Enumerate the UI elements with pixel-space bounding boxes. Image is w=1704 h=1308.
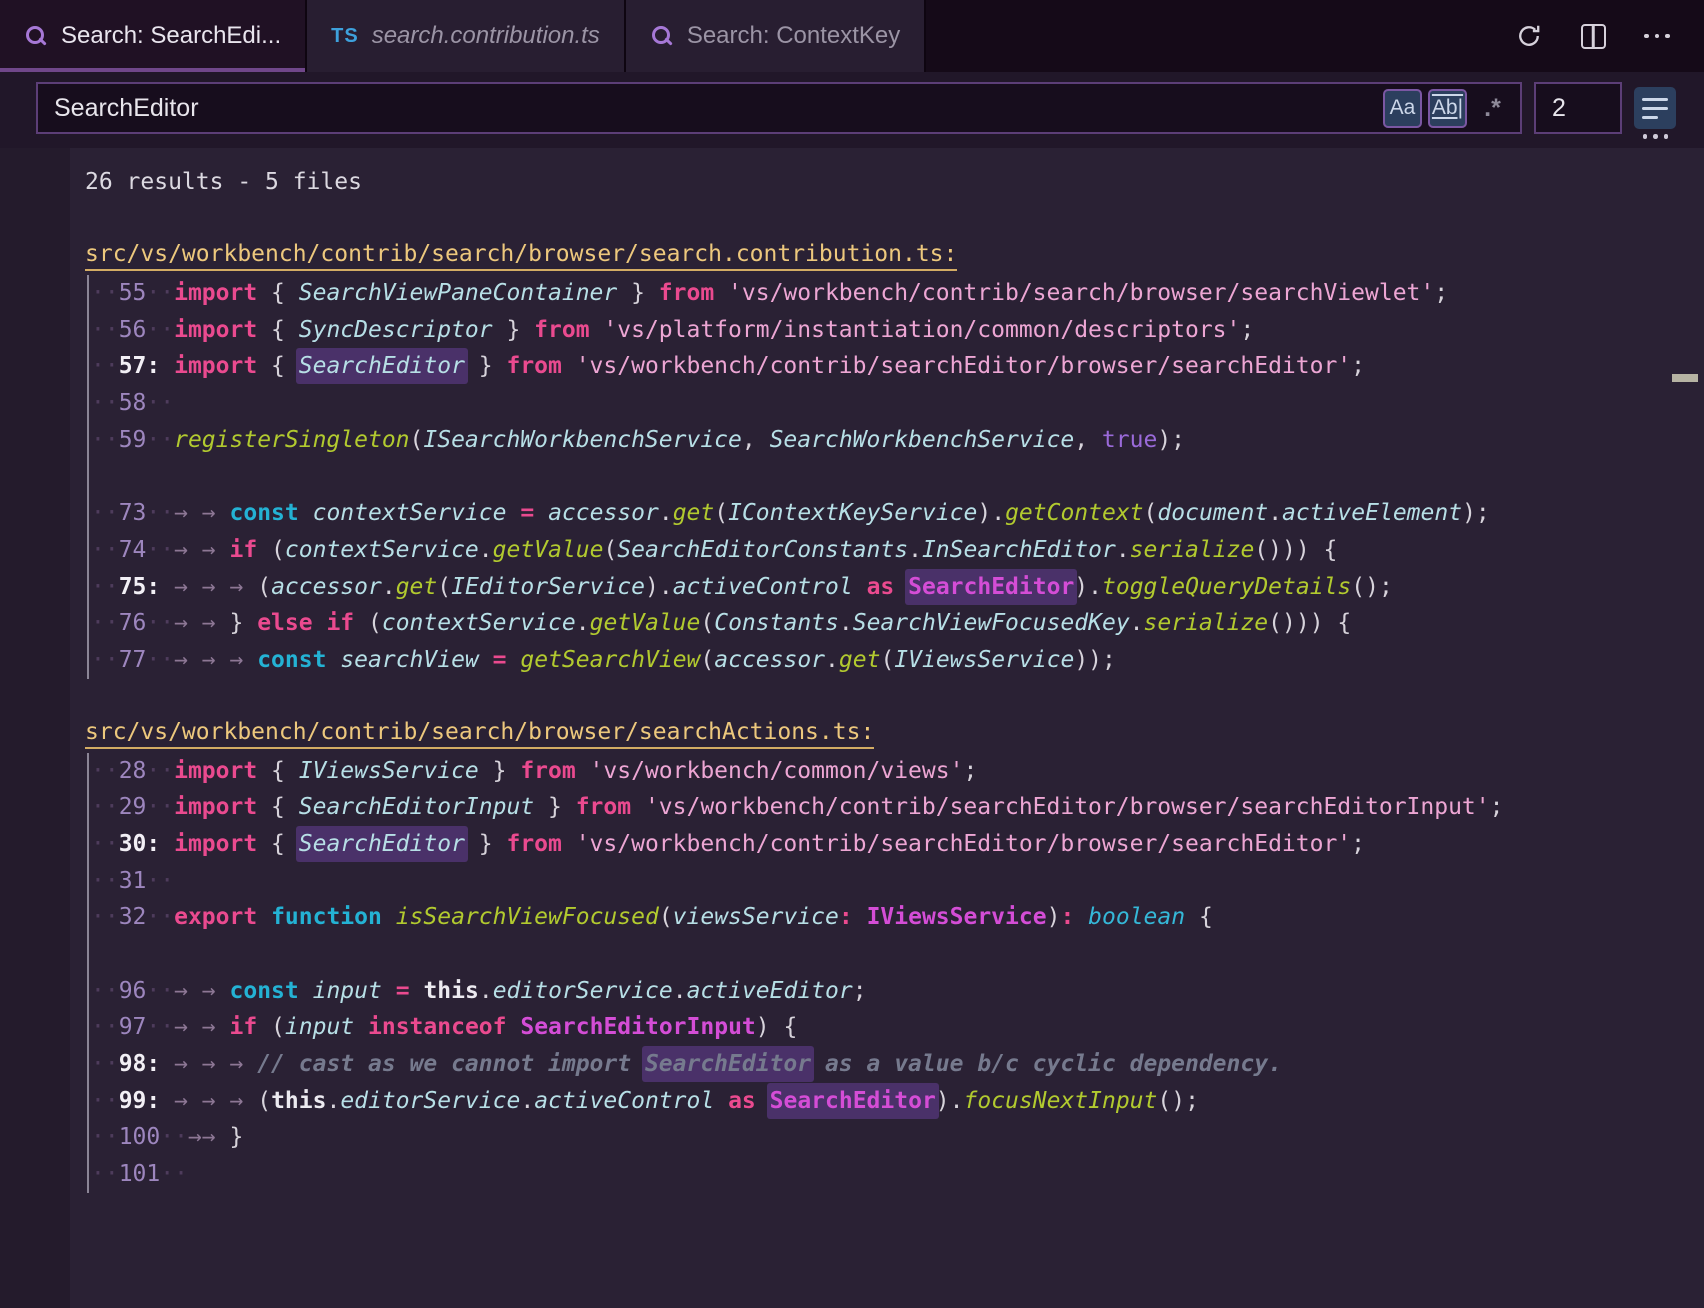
tab-search-contribution-ts[interactable]: TS search.contribution.ts — [307, 0, 626, 72]
code-line[interactable]: ··57: import { SearchEditor } from 'vs/w… — [91, 348, 1704, 385]
code-line[interactable]: ··56··import { SyncDescriptor } from 'vs… — [91, 312, 1704, 349]
file-path-link[interactable]: src/vs/workbench/contrib/search/browser/… — [85, 716, 1704, 753]
tab-search-searcheditor[interactable]: Search: SearchEdi... — [0, 0, 307, 72]
code-spacer — [91, 936, 1704, 973]
code-line[interactable]: ··99: → → → (this.editorService.activeCo… — [91, 1083, 1704, 1120]
code-line[interactable]: ··31·· — [91, 863, 1704, 900]
editor-actions — [1512, 0, 1704, 72]
tab-label: Search: SearchEdi... — [61, 22, 281, 50]
more-actions-button[interactable] — [1640, 19, 1674, 53]
search-results: 26 results - 5 files src/vs/workbench/co… — [0, 148, 1704, 1193]
refresh-icon — [1515, 22, 1543, 50]
tab-label: search.contribution.ts — [372, 22, 600, 50]
search-query-widget: Aa Ab| .* — [0, 72, 1704, 148]
search-icon — [24, 24, 48, 48]
code-spacer — [91, 458, 1704, 495]
code-block: ··55··import { SearchViewPaneContainer }… — [87, 275, 1704, 679]
search-input[interactable] — [54, 94, 1377, 123]
split-editor-button[interactable] — [1576, 19, 1610, 53]
code-line[interactable]: ··96··→ → const input = this.editorServi… — [91, 973, 1704, 1010]
file-result-section: src/vs/workbench/contrib/search/browser/… — [85, 716, 1704, 1193]
code-line[interactable]: ··75: → → → (accessor.get(IEditorService… — [91, 569, 1704, 606]
file-path-text: src/vs/workbench/contrib/search/browser/… — [85, 719, 874, 749]
code-line[interactable]: ··101·· — [91, 1156, 1704, 1193]
search-input-box: Aa Ab| .* — [36, 82, 1522, 134]
match-case-toggle[interactable]: Aa — [1383, 89, 1422, 128]
search-more-button[interactable] — [1643, 134, 1669, 139]
code-line[interactable]: ··98: → → → // cast as we cannot import … — [91, 1046, 1704, 1083]
search-editor-window: Search: SearchEdi... TS search.contribut… — [0, 0, 1704, 1308]
code-line[interactable]: ··30: import { SearchEditor } from 'vs/w… — [91, 826, 1704, 863]
regex-toggle[interactable]: .* — [1473, 89, 1512, 128]
results-summary: 26 results - 5 files — [85, 164, 1704, 201]
code-block: ··28··import { IViewsService } from 'vs/… — [87, 753, 1704, 1193]
rerun-search-button[interactable] — [1512, 19, 1546, 53]
whole-word-toggle[interactable]: Ab| — [1428, 89, 1467, 128]
results-files: src/vs/workbench/contrib/search/browser/… — [85, 238, 1704, 1193]
file-path-text: src/vs/workbench/contrib/search/browser/… — [85, 241, 957, 271]
file-result-section: src/vs/workbench/contrib/search/browser/… — [85, 238, 1704, 679]
split-editor-icon — [1581, 24, 1606, 49]
tab-search-contextkey[interactable]: Search: ContextKey — [626, 0, 926, 72]
whole-word-icon: Ab| — [1432, 96, 1463, 120]
ellipsis-icon — [1644, 34, 1670, 39]
code-line[interactable]: ··29··import { SearchEditorInput } from … — [91, 789, 1704, 826]
code-line[interactable]: ··74··→ → if (contextService.getValue(Se… — [91, 532, 1704, 569]
editor-pane: 26 results - 5 files src/vs/workbench/co… — [0, 148, 1704, 1308]
code-line[interactable]: ··73··→ → const contextService = accesso… — [91, 495, 1704, 532]
tab-bar: Search: SearchEdi... TS search.contribut… — [0, 0, 1704, 72]
toggle-search-details-button[interactable] — [1634, 87, 1676, 129]
context-lines-input[interactable] — [1534, 82, 1622, 134]
code-line[interactable]: ··77··→ → → const searchView = getSearch… — [91, 642, 1704, 679]
code-line[interactable]: ··76··→ → } else if (contextService.getV… — [91, 605, 1704, 642]
code-line[interactable]: ··58·· — [91, 385, 1704, 422]
code-line[interactable]: ··28··import { IViewsService } from 'vs/… — [91, 753, 1704, 790]
code-line[interactable]: ··100··→→ } — [91, 1119, 1704, 1156]
code-line[interactable]: ··55··import { SearchViewPaneContainer }… — [91, 275, 1704, 312]
code-line[interactable]: ··59··registerSingleton(ISearchWorkbench… — [91, 422, 1704, 459]
code-line[interactable]: ··97··→ → if (input instanceof SearchEdi… — [91, 1009, 1704, 1046]
code-line[interactable]: ··32··export function isSearchViewFocuse… — [91, 899, 1704, 936]
file-path-link[interactable]: src/vs/workbench/contrib/search/browser/… — [85, 238, 1704, 275]
search-icon — [650, 24, 674, 48]
typescript-icon: TS — [331, 25, 359, 48]
tab-label: Search: ContextKey — [687, 22, 900, 50]
